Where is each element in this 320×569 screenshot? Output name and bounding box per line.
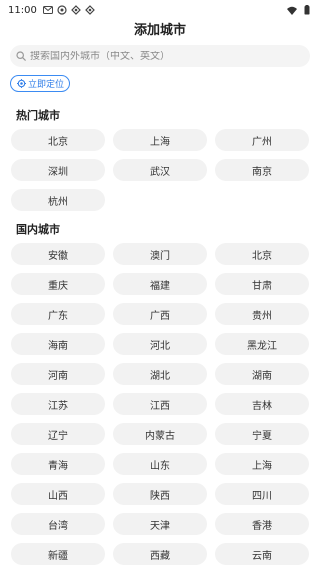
city-chip[interactable]: 辽宁 bbox=[11, 423, 105, 445]
city-chip[interactable]: 山西 bbox=[11, 483, 105, 505]
domestic-cities-title: 国内城市 bbox=[16, 223, 60, 236]
app-icon bbox=[84, 5, 95, 15]
status-time: 11:00 bbox=[8, 4, 37, 16]
search-bar[interactable] bbox=[10, 45, 310, 67]
city-chip[interactable]: 湖北 bbox=[113, 363, 207, 385]
city-chip[interactable]: 河北 bbox=[113, 333, 207, 355]
city-chip[interactable]: 陕西 bbox=[113, 483, 207, 505]
city-chip[interactable]: 南京 bbox=[215, 159, 309, 181]
city-chip[interactable]: 上海 bbox=[215, 453, 309, 475]
city-chip[interactable]: 四川 bbox=[215, 483, 309, 505]
status-left-icons bbox=[42, 5, 95, 15]
city-chip[interactable]: 广西 bbox=[113, 303, 207, 325]
city-chip[interactable]: 宁夏 bbox=[215, 423, 309, 445]
status-right-icons bbox=[287, 5, 312, 15]
page-title: 添加城市 bbox=[133, 23, 186, 38]
locate-now-button[interactable]: 立即定位 bbox=[10, 75, 71, 92]
city-chip[interactable]: 广东 bbox=[11, 303, 105, 325]
city-chip[interactable]: 青海 bbox=[11, 453, 105, 475]
city-chip[interactable]: 云南 bbox=[215, 543, 309, 565]
city-chip[interactable]: 武汉 bbox=[113, 159, 207, 181]
city-chip[interactable]: 北京 bbox=[215, 243, 309, 265]
city-chip[interactable]: 黑龙江 bbox=[215, 333, 309, 355]
city-chip[interactable]: 江西 bbox=[113, 393, 207, 415]
hot-cities-grid: 北京 上海 广州深圳 武汉 南京杭州 bbox=[11, 129, 309, 211]
city-chip[interactable]: 台湾 bbox=[11, 513, 105, 535]
locate-now-label: 立即定位 bbox=[28, 80, 65, 90]
city-chip[interactable]: 新疆 bbox=[11, 543, 105, 565]
city-chip[interactable]: 深圳 bbox=[11, 159, 105, 181]
city-chip[interactable]: 河南 bbox=[11, 363, 105, 385]
city-chip[interactable]: 贵州 bbox=[215, 303, 309, 325]
locate-icon bbox=[16, 79, 26, 89]
status-bar: 11:00 bbox=[0, 0, 320, 20]
city-chip[interactable]: 福建 bbox=[113, 273, 207, 295]
gmail-icon bbox=[42, 5, 53, 15]
city-chip[interactable]: 吉林 bbox=[215, 393, 309, 415]
city-chip[interactable]: 广州 bbox=[215, 129, 309, 151]
city-chip[interactable]: 内蒙古 bbox=[113, 423, 207, 445]
city-chip[interactable]: 湖南 bbox=[215, 363, 309, 385]
battery-icon bbox=[302, 5, 312, 15]
city-chip[interactable]: 天津 bbox=[113, 513, 207, 535]
search-icon bbox=[16, 51, 26, 61]
city-chip[interactable]: 北京 bbox=[11, 129, 105, 151]
city-chip[interactable]: 甘肃 bbox=[215, 273, 309, 295]
hot-cities-title: 热门城市 bbox=[16, 109, 60, 122]
wifi-icon bbox=[287, 5, 297, 15]
city-chip[interactable]: 海南 bbox=[11, 333, 105, 355]
city-chip[interactable]: 香港 bbox=[215, 513, 309, 535]
city-chip[interactable]: 安徽 bbox=[11, 243, 105, 265]
city-chip[interactable]: 杭州 bbox=[11, 189, 105, 211]
search-input[interactable] bbox=[30, 50, 300, 62]
city-chip[interactable]: 山东 bbox=[113, 453, 207, 475]
app-icon bbox=[70, 5, 81, 15]
domestic-cities-grid: 安徽 澳门 北京重庆 福建 甘肃广东 广西 贵州海南 河北 黑龙江河南 湖北 湖南江苏 江西 吉林辽宁内… bbox=[11, 243, 309, 565]
city-chip[interactable]: 重庆 bbox=[11, 273, 105, 295]
city-chip[interactable]: 西藏 bbox=[113, 543, 207, 565]
city-chip[interactable]: 上海 bbox=[113, 129, 207, 151]
city-chip[interactable]: 澳门 bbox=[113, 243, 207, 265]
notification-icon bbox=[57, 5, 67, 15]
city-chip[interactable]: 江苏 bbox=[11, 393, 105, 415]
